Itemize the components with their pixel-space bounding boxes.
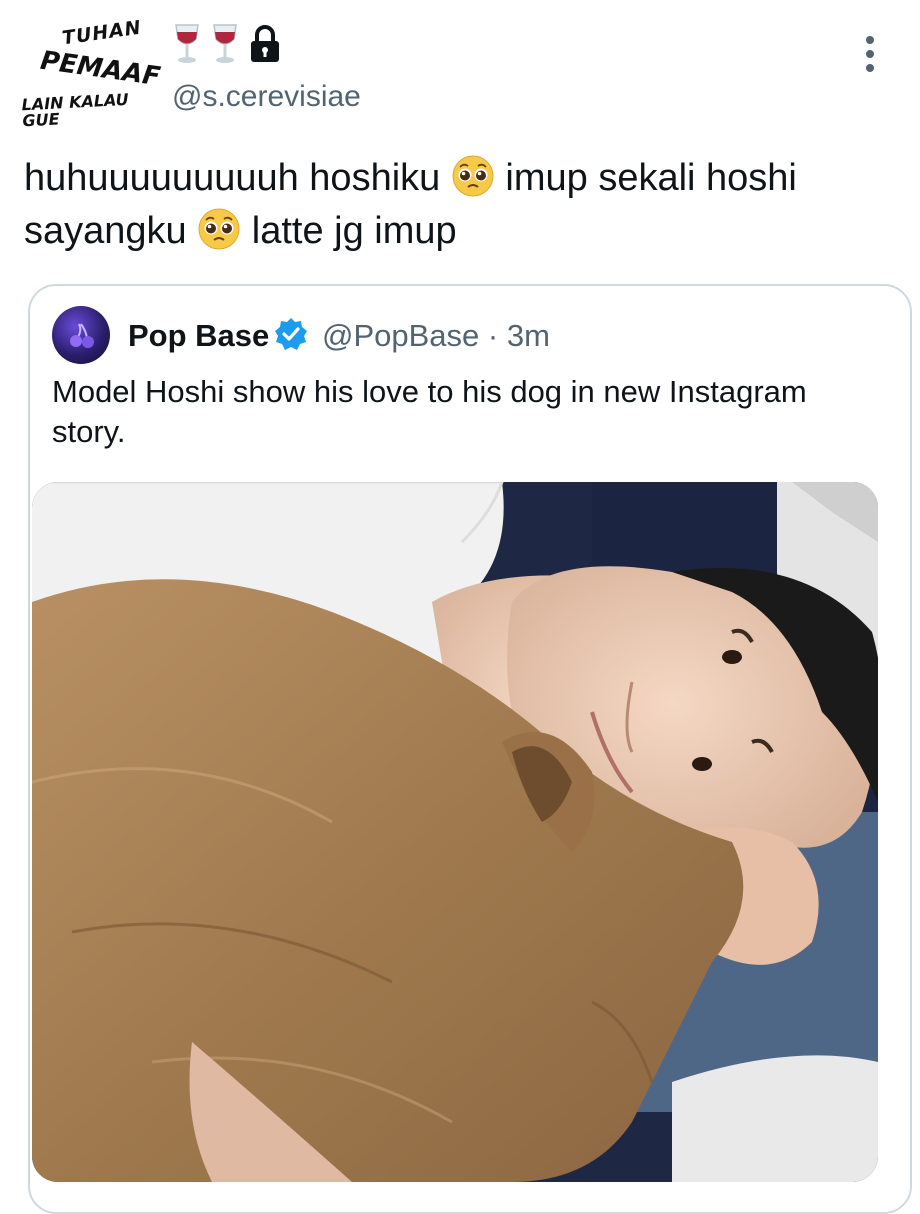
tweet-text: huhuuuuuuuuuh hoshiku imup sekali hoshi …: [24, 152, 904, 258]
author-handle[interactable]: @s.cerevisiae: [172, 80, 361, 114]
wine-glass-icon: [172, 23, 202, 65]
verified-badge-icon: [274, 317, 308, 351]
quoted-handle-time[interactable]: @PopBase · 3m: [322, 318, 550, 354]
display-name[interactable]: [172, 22, 282, 66]
wine-glass-icon: [210, 23, 240, 65]
avatar-logo-line-2: PEMAAF: [38, 45, 163, 93]
quoted-author-name[interactable]: Pop Base: [128, 318, 269, 354]
quoted-media-photo[interactable]: [32, 482, 878, 1182]
quoted-avatar[interactable]: [52, 306, 110, 364]
avatar[interactable]: TUHAN PEMAAF LAIN KALAU GUE: [21, 16, 162, 131]
tweet: TUHAN PEMAAF LAIN KALAU GUE @s.cerevisia…: [0, 0, 920, 1214]
more-options-icon[interactable]: [860, 36, 880, 72]
quoted-tweet-card[interactable]: Pop Base @PopBase · 3m Model Hoshi show …: [28, 284, 912, 1214]
pleading-face-icon: [197, 207, 241, 251]
avatar-logo-line-3: LAIN KALAU GUE: [21, 89, 130, 131]
pleading-face-icon: [451, 154, 495, 198]
avatar-logo-line-1: TUHAN: [60, 16, 143, 50]
tweet-text-part-1: huhuuuuuuuuuh hoshiku: [24, 157, 451, 199]
tweet-text-part-3: latte jg imup: [241, 210, 457, 252]
lock-icon: [248, 24, 282, 64]
quoted-tweet-text: Model Hoshi show his love to his dog in …: [52, 374, 807, 449]
